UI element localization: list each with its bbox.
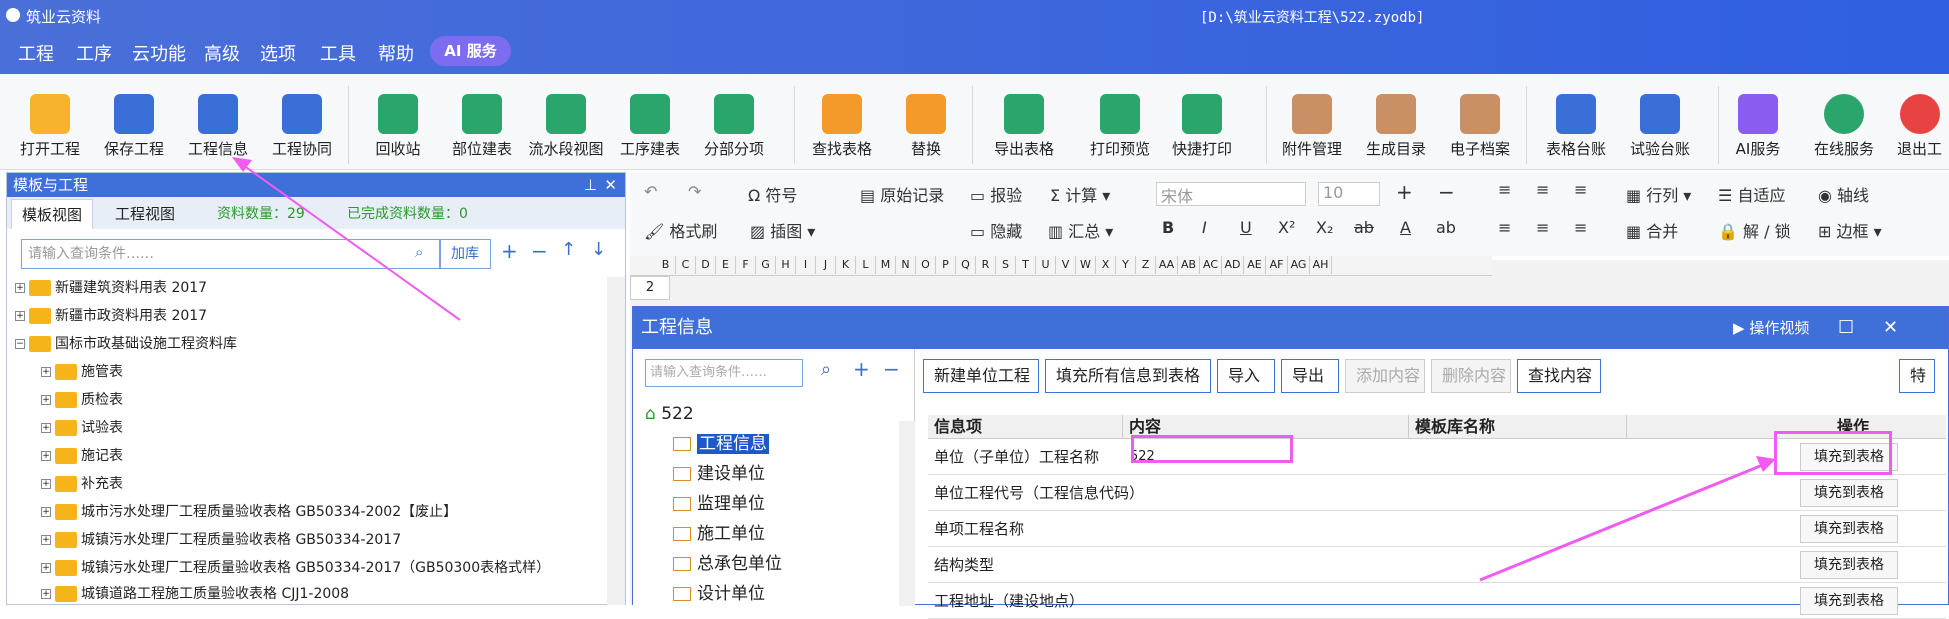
annotation-arrows — [232, 157, 1776, 582]
annotation-arrow — [1479, 460, 1771, 582]
arrow-head — [1756, 456, 1776, 472]
annotation-arrow — [235, 159, 461, 321]
